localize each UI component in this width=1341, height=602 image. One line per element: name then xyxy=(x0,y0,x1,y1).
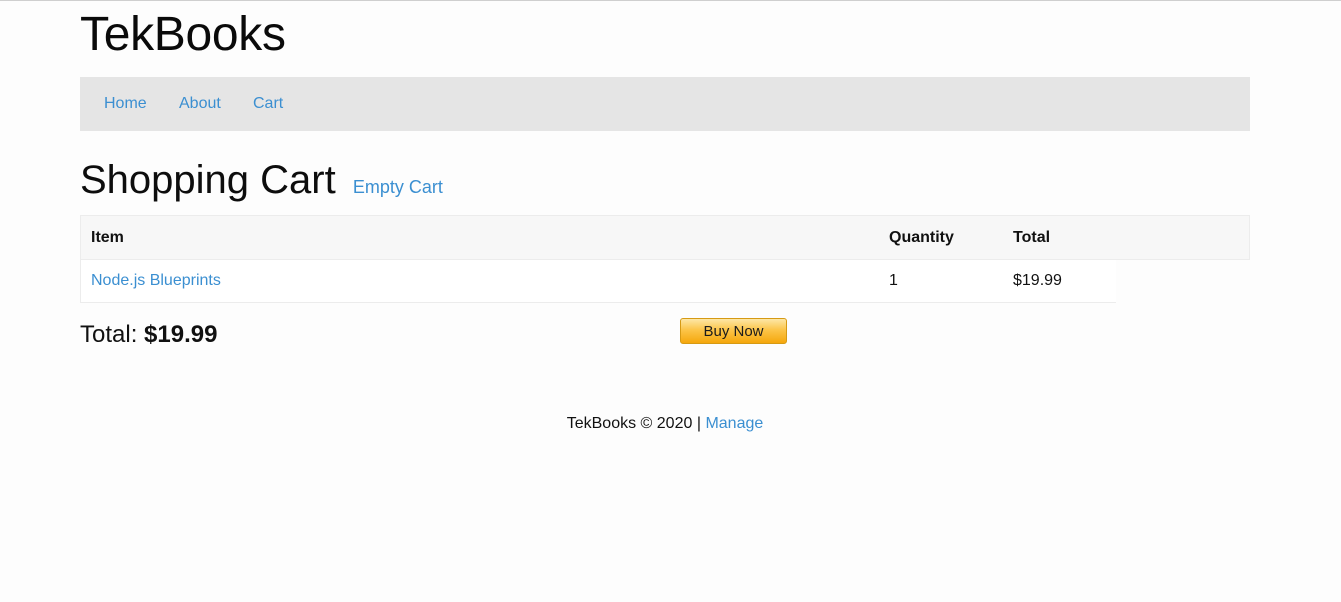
cart-spacer-cell xyxy=(1116,259,1250,303)
page-title: Shopping Cart xyxy=(80,158,336,202)
empty-cart-link[interactable]: Empty Cart xyxy=(353,177,443,197)
cart-total-summary: Total: $19.99 xyxy=(80,320,217,350)
cart-item-cell: Node.js Blueprints xyxy=(80,259,879,303)
buy-now-button[interactable]: Buy Now xyxy=(680,318,787,344)
footer-manage-link[interactable]: Manage xyxy=(705,415,763,432)
column-header-quantity: Quantity xyxy=(879,215,1003,260)
total-amount: $19.99 xyxy=(144,321,218,348)
column-header-spacer xyxy=(1116,215,1250,260)
nav-about-link[interactable]: About xyxy=(179,94,221,114)
footer: TekBooks © 2020 | Manage xyxy=(80,414,1250,434)
site-title: TekBooks xyxy=(80,8,286,61)
navbar: Home About Cart xyxy=(80,77,1250,131)
page-heading: Shopping Cart Empty Cart xyxy=(80,156,443,211)
total-label: Total: xyxy=(80,321,138,348)
cart-quantity-cell: 1 xyxy=(879,259,1003,303)
cart-item-link[interactable]: Node.js Blueprints xyxy=(91,272,221,289)
table-header-row: Item Quantity Total xyxy=(80,215,1250,260)
cart-total-cell: $19.99 xyxy=(1003,259,1116,303)
column-header-total: Total xyxy=(1003,215,1116,260)
nav-home-link[interactable]: Home xyxy=(104,94,147,114)
nav-cart-link[interactable]: Cart xyxy=(253,94,283,114)
cart-table: Item Quantity Total Node.js Blueprints 1… xyxy=(80,215,1250,303)
footer-copyright: TekBooks © 2020 | xyxy=(566,415,701,432)
top-border xyxy=(0,0,1341,1)
table-row: Node.js Blueprints 1 $19.99 xyxy=(80,259,1250,303)
column-header-item: Item xyxy=(80,215,879,260)
